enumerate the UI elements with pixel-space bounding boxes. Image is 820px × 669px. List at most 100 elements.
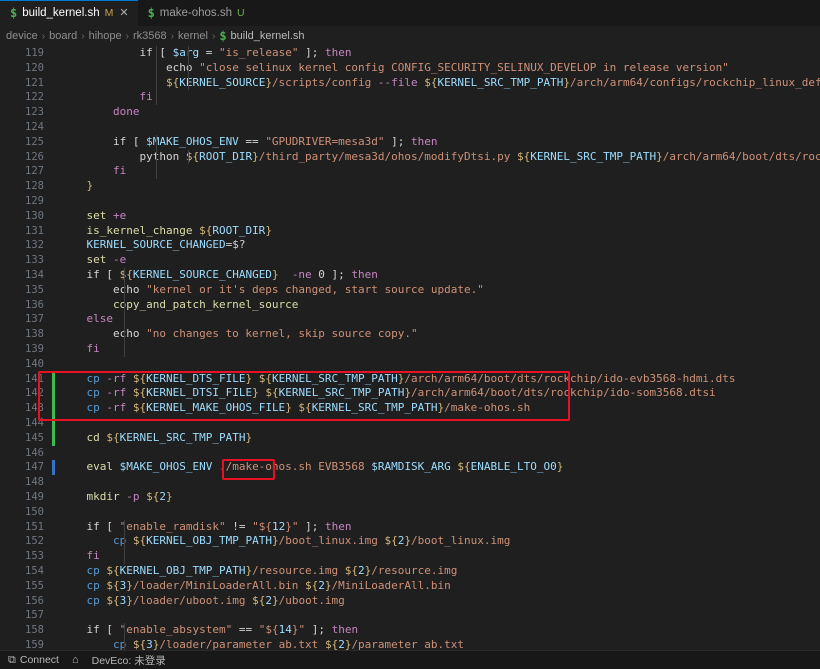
line-number: 128 bbox=[25, 180, 44, 193]
code-line[interactable]: 121 ${KERNEL_SOURCE}/scripts/config --fi… bbox=[0, 76, 820, 91]
line-number: 129 bbox=[25, 195, 44, 207]
breadcrumb[interactable]: device › board › hihope › rk3568 › kernel › $ build… bbox=[0, 26, 820, 46]
code-line[interactable]: 134 if [ ${KERNEL_SOURCE_CHANGED} -ne 0 … bbox=[0, 268, 820, 283]
line-number: 149 bbox=[25, 491, 44, 503]
code-line[interactable]: 137 else bbox=[0, 312, 820, 327]
line-number: 144 bbox=[25, 417, 44, 429]
indent-guide bbox=[124, 519, 125, 564]
indent-guide bbox=[188, 46, 189, 91]
code-line[interactable]: 139 fi bbox=[0, 342, 820, 357]
code-line[interactable]: 126 python ${ROOT_DIR}/third_party/mesa3… bbox=[0, 150, 820, 165]
indent-guide bbox=[124, 623, 125, 650]
code-line[interactable]: 140 bbox=[0, 357, 820, 372]
breadcrumb-item-kernel[interactable]: kernel bbox=[178, 30, 208, 42]
close-icon[interactable]: ✕ bbox=[119, 7, 128, 19]
line-number: 124 bbox=[25, 121, 44, 133]
code-line[interactable]: 149 mkdir -p ${2} bbox=[0, 490, 820, 505]
line-number: 135 bbox=[25, 283, 44, 296]
shell-script-icon: $ bbox=[10, 6, 18, 20]
line-number: 158 bbox=[25, 624, 44, 637]
code-line[interactable]: 154 cp ${KERNEL_OBJ_TMP_PATH}/resource.i… bbox=[0, 564, 820, 579]
indent-guide bbox=[156, 134, 157, 180]
breadcrumb-file-label: build_kernel.sh bbox=[230, 30, 305, 42]
code-text: cd ${KERNEL_SRC_TMP_PATH} bbox=[60, 430, 253, 444]
code-line[interactable]: 159 cp ${3}/loader/parameter_ab.txt ${2}… bbox=[0, 638, 820, 650]
code-line[interactable]: 151 if [ "enable_ramdisk" != "${12}" ]; … bbox=[0, 520, 820, 535]
code-line[interactable]: 141 cp -rf ${KERNEL_DTS_FILE} ${KERNEL_S… bbox=[0, 372, 820, 387]
breadcrumb-separator-icon: › bbox=[211, 30, 216, 42]
code-line[interactable]: 130 set +e bbox=[0, 209, 820, 224]
code-line[interactable]: 128 } bbox=[0, 179, 820, 194]
tab-label: build_kernel.sh bbox=[22, 7, 100, 19]
code-line[interactable]: 146 bbox=[0, 446, 820, 461]
code-editor[interactable]: 119 if [ $arg = "is_release" ]; then 120 … bbox=[0, 46, 820, 650]
code-line[interactable]: 156 cp ${3}/loader/uboot.img ${2}/uboot.… bbox=[0, 594, 820, 609]
code-line[interactable]: 150 bbox=[0, 505, 820, 520]
code-line[interactable]: 125 if [ $MAKE_OHOS_ENV == "GPUDRIVER=me… bbox=[0, 135, 820, 150]
code-text: set -e bbox=[60, 253, 127, 267]
code-line[interactable]: 124 bbox=[0, 120, 820, 135]
line-number: 120 bbox=[25, 61, 44, 74]
breadcrumb-item-file[interactable]: $ build_kernel.sh bbox=[219, 30, 304, 42]
code-line[interactable]: 138 echo "no changes to kernel, skip sou… bbox=[0, 327, 820, 342]
breadcrumb-separator-icon: › bbox=[81, 30, 85, 42]
code-line[interactable]: 132 KERNEL_SOURCE_CHANGED=$? bbox=[0, 238, 820, 253]
code-line[interactable]: 135 echo "kernel or it's deps changed, s… bbox=[0, 283, 820, 298]
line-number: 145 bbox=[25, 431, 44, 444]
code-text: else bbox=[60, 312, 113, 326]
code-text: mkdir -p ${2} bbox=[60, 490, 173, 503]
code-lines-container[interactable]: 119 if [ $arg = "is_release" ]; then 120 … bbox=[0, 46, 820, 650]
line-number: 150 bbox=[25, 505, 44, 518]
indent-guide bbox=[156, 46, 157, 106]
breadcrumb-item-device[interactable]: device bbox=[6, 30, 38, 42]
line-number: 157 bbox=[25, 609, 44, 622]
code-line[interactable]: 136 copy_and_patch_kernel_source bbox=[0, 298, 820, 313]
code-line[interactable]: 142 cp -rf ${KERNEL_DTSI_FILE} ${KERNEL_… bbox=[0, 386, 820, 401]
code-line[interactable]: 157 bbox=[0, 608, 820, 623]
code-line[interactable]: 152 cp ${KERNEL_OBJ_TMP_PATH}/boot_linux… bbox=[0, 534, 820, 549]
code-line[interactable]: 119 if [ $arg = "is_release" ]; then bbox=[0, 46, 820, 61]
status-bar: ⧉ Connect ⌂ DevEco: 未登录 bbox=[0, 650, 820, 669]
code-line[interactable]: 158 if [ "enable_absystem" == "${14}" ];… bbox=[0, 623, 820, 638]
connect-status-label: Connect bbox=[19, 654, 59, 666]
code-line[interactable]: 153 fi bbox=[0, 549, 820, 564]
line-number: 148 bbox=[25, 476, 44, 489]
code-line[interactable]: 120 echo "close selinux kernel config CO… bbox=[0, 61, 820, 76]
breadcrumb-item-hihope[interactable]: hihope bbox=[89, 30, 122, 42]
code-text: cp -rf ${KERNEL_MAKE_OHOS_FILE} ${KERNEL… bbox=[60, 401, 531, 415]
code-line[interactable]: 123 done bbox=[0, 105, 820, 120]
indent-guide bbox=[124, 268, 125, 357]
code-text: ${KERNEL_SOURCE}/scripts/config --file $… bbox=[60, 75, 820, 89]
code-line[interactable]: 131 is_kernel_change ${ROOT_DIR} bbox=[0, 224, 820, 239]
code-line[interactable]: 145 cd ${KERNEL_SRC_TMP_PATH} bbox=[0, 431, 820, 446]
tab-status-badge: M bbox=[104, 7, 114, 19]
line-number: 147 bbox=[25, 461, 44, 474]
code-text: cp ${KERNEL_OBJ_TMP_PATH}/boot_linux.img… bbox=[60, 534, 511, 548]
code-line[interactable]: 147 eval $MAKE_OHOS_ENV ./make-ohos.sh E… bbox=[0, 460, 820, 475]
deveco-login-status[interactable]: DevEco: 未登录 bbox=[92, 653, 166, 668]
code-text: if [ "enable_absystem" == "${14}" ]; the… bbox=[60, 623, 359, 637]
line-number: 142 bbox=[25, 387, 44, 400]
breadcrumb-item-rk3568[interactable]: rk3568 bbox=[133, 30, 167, 42]
line-number: 131 bbox=[25, 224, 44, 237]
editor-tab-make-ohos-sh[interactable]: $ make-ohos.sh U bbox=[137, 0, 254, 26]
breadcrumb-item-board[interactable]: board bbox=[49, 30, 77, 42]
breadcrumb-separator-icon: › bbox=[125, 30, 130, 42]
code-line[interactable]: 127 fi bbox=[0, 164, 820, 179]
code-line[interactable]: 129 bbox=[0, 194, 820, 209]
home-icon[interactable]: ⌂ bbox=[72, 654, 79, 666]
line-number: 151 bbox=[25, 520, 44, 533]
code-line[interactable]: 155 cp ${3}/loader/MiniLoaderAll.bin ${2… bbox=[0, 579, 820, 594]
line-number: 132 bbox=[25, 239, 44, 252]
code-line[interactable]: 148 bbox=[0, 475, 820, 490]
editor-tab-build_kernel-sh[interactable]: $ build_kernel.sh M ✕ bbox=[0, 0, 138, 26]
connect-status[interactable]: ⧉ Connect bbox=[8, 654, 59, 666]
code-line[interactable]: 133 set -e bbox=[0, 253, 820, 268]
code-line[interactable]: 144 bbox=[0, 416, 820, 431]
line-number: 121 bbox=[25, 76, 44, 89]
line-number: 155 bbox=[25, 579, 44, 592]
code-line[interactable]: 143 cp -rf ${KERNEL_MAKE_OHOS_FILE} ${KE… bbox=[0, 401, 820, 416]
code-text: set +e bbox=[60, 208, 127, 222]
code-text: if [ ${KERNEL_SOURCE_CHANGED} -ne 0 ]; t… bbox=[60, 268, 378, 281]
code-line[interactable]: 122 fi bbox=[0, 90, 820, 105]
